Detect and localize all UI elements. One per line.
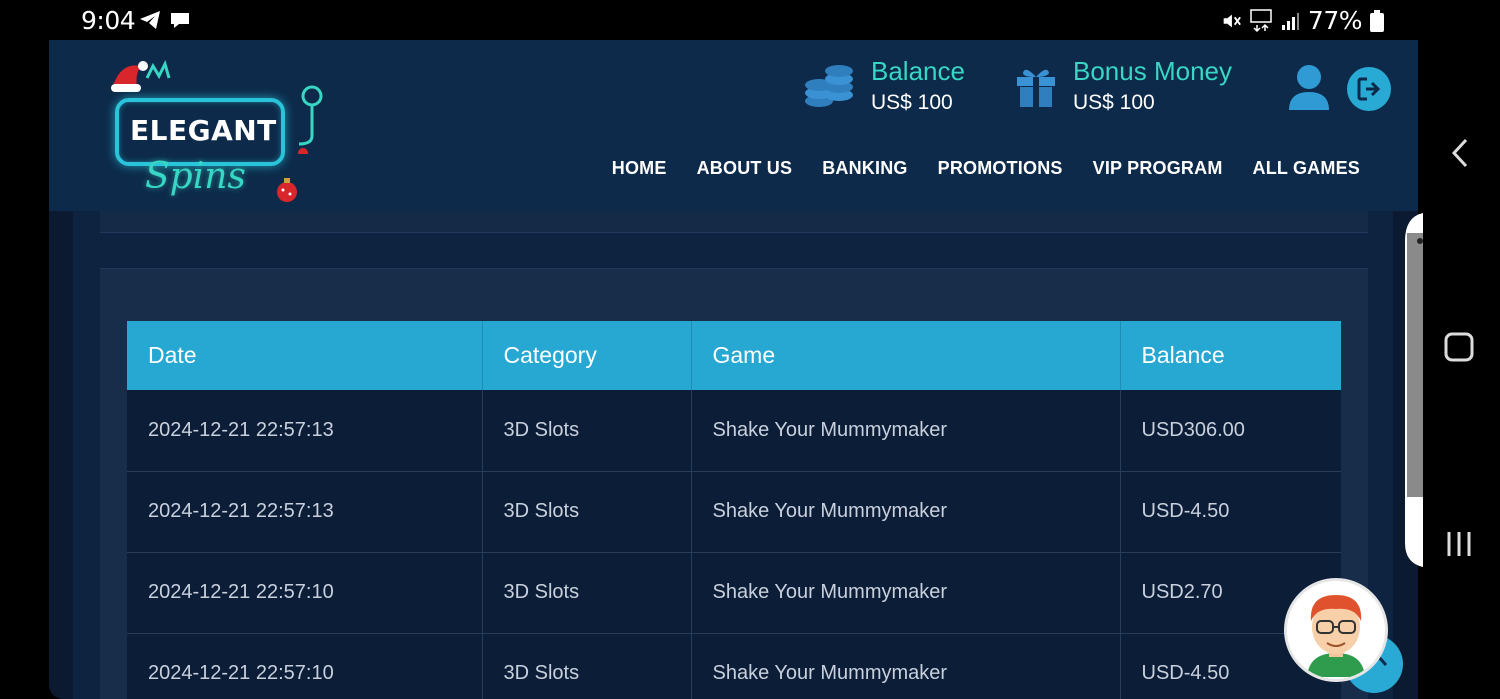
site-header: ELEGANT Spins Balance US$ 100 Bonus Mone… (49, 40, 1418, 211)
site-logo[interactable]: ELEGANT Spins (107, 56, 327, 206)
edge-panel-handle[interactable] (1403, 213, 1423, 567)
table-header-row: Date Category Game Balance (127, 321, 1341, 390)
column-header-balance[interactable]: Balance (1120, 321, 1341, 390)
battery-icon (1370, 9, 1384, 32)
gift-icon (1017, 69, 1055, 107)
logo-script: Spins (145, 156, 246, 197)
bonus-money-label: Bonus Money (1073, 56, 1232, 86)
nav-promotions[interactable]: PROMOTIONS (938, 158, 1063, 179)
cell-date: 2024-12-21 22:57:13 (127, 471, 483, 553)
cell-game: Shake Your Mummymaker (691, 471, 1121, 553)
nav-about-us[interactable]: ABOUT US (697, 158, 793, 179)
cell-date: 2024-12-21 22:57:13 (127, 390, 483, 472)
home-square-icon[interactable] (1444, 332, 1474, 362)
cell-category: 3D Slots (482, 552, 692, 634)
cell-category: 3D Slots (482, 390, 692, 472)
santa-hat-icon (111, 59, 171, 92)
cell-game: Shake Your Mummymaker (691, 552, 1121, 634)
nav-vip-program[interactable]: VIP PROGRAM (1093, 158, 1223, 179)
user-icon (1289, 65, 1329, 110)
system-nav-bar (1418, 0, 1500, 699)
nav-banking[interactable]: BANKING (822, 158, 907, 179)
content-top-strip (100, 211, 1368, 233)
table-row: 2024-12-21 22:57:10 3D Slots Shake Your … (127, 552, 1341, 634)
slot-lever-icon (298, 85, 323, 154)
status-right-icons: 77% (1220, 6, 1384, 35)
table-row: 2024-12-21 22:57:10 3D Slots Shake Your … (127, 633, 1341, 699)
table-row: 2024-12-21 22:57:13 3D Slots Shake Your … (127, 471, 1341, 553)
column-header-date[interactable]: Date (127, 321, 483, 390)
recents-icon[interactable] (1445, 530, 1473, 558)
column-header-game[interactable]: Game (691, 321, 1121, 390)
signal-icon (1281, 12, 1299, 30)
chat-bubble-icon (171, 13, 189, 28)
bonus-money-value: US$ 100 (1073, 91, 1155, 114)
status-bar: 9:04 77% (0, 0, 1418, 40)
account-button[interactable] (1287, 64, 1331, 112)
balance-value: US$ 100 (871, 91, 953, 114)
table-row: 2024-12-21 22:57:13 3D Slots Shake Your … (127, 390, 1341, 472)
logout-button[interactable] (1347, 67, 1391, 111)
telegram-icon (140, 11, 160, 29)
column-header-category[interactable]: Category (482, 321, 692, 390)
ornament-icon (277, 178, 297, 202)
mute-icon (1223, 14, 1241, 27)
support-agent-avatar-icon (1287, 581, 1385, 679)
balance-label: Balance (871, 56, 965, 86)
nav-all-games[interactable]: ALL GAMES (1253, 158, 1360, 179)
game-history-table: Date Category Game Balance 2024-12-21 22… (127, 321, 1341, 699)
battery-percent: 77% (1307, 6, 1363, 35)
back-icon[interactable] (1448, 137, 1472, 169)
status-time: 9:04 (81, 6, 136, 35)
cell-date: 2024-12-21 22:57:10 (127, 633, 483, 699)
cell-balance: USD306.00 (1120, 390, 1341, 472)
balance-display: Balance US$ 100 (803, 56, 965, 115)
nav-home[interactable]: HOME (612, 158, 667, 179)
logout-icon (1357, 77, 1381, 101)
coins-icon (805, 64, 853, 107)
app-frame: Date Category Game Balance 2024-12-21 22… (49, 40, 1418, 699)
cell-balance: USD-4.50 (1120, 471, 1341, 553)
cell-game: Shake Your Mummymaker (691, 390, 1121, 472)
status-left-icons (138, 8, 192, 32)
bonus-money-display: Bonus Money US$ 100 (1015, 56, 1232, 115)
cell-game: Shake Your Mummymaker (691, 633, 1121, 699)
live-chat-button[interactable] (1284, 578, 1388, 682)
cell-category: 3D Slots (482, 633, 692, 699)
5g-icon (1250, 8, 1272, 32)
cell-category: 3D Slots (482, 471, 692, 553)
logo-wordmark: ELEGANT (130, 114, 277, 147)
main-nav: HOME ABOUT US BANKING PROMOTIONS VIP PRO… (612, 158, 1360, 179)
cell-date: 2024-12-21 22:57:10 (127, 552, 483, 634)
